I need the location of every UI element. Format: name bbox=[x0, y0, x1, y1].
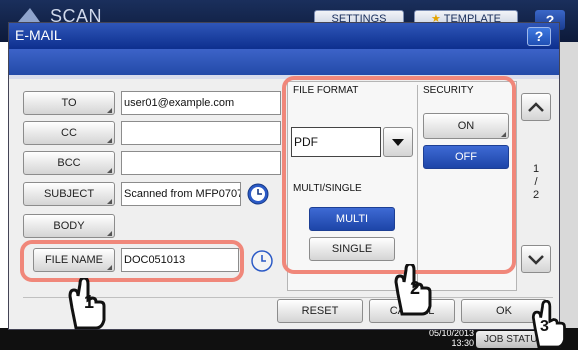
background-side-panel bbox=[560, 42, 578, 342]
subject-button[interactable]: SUBJECT bbox=[23, 182, 115, 206]
to-button[interactable]: TO bbox=[23, 91, 115, 115]
subject-field[interactable]: Scanned from MFP0707 bbox=[121, 182, 241, 206]
page-up-button[interactable] bbox=[521, 93, 551, 121]
chevron-up-icon bbox=[528, 102, 544, 112]
page-indicator: 1 / 2 bbox=[521, 163, 551, 202]
bcc-button[interactable]: BCC bbox=[23, 151, 115, 175]
reset-button[interactable]: RESET bbox=[277, 299, 363, 323]
cc-button[interactable]: CC bbox=[23, 121, 115, 145]
body-label: BODY bbox=[53, 220, 85, 232]
callout-number-1: 1 bbox=[84, 292, 95, 312]
to-field[interactable]: user01@example.com bbox=[121, 91, 281, 115]
page-down-button[interactable] bbox=[521, 245, 551, 273]
dialog-help-button[interactable]: ? bbox=[527, 27, 551, 46]
clock-readout: 05/10/2013 13:30 bbox=[418, 328, 474, 348]
bcc-label: BCC bbox=[57, 157, 81, 169]
callout-frame-file-name bbox=[20, 240, 244, 282]
cc-label: CC bbox=[61, 127, 77, 139]
page-separator: / bbox=[534, 176, 538, 188]
chevron-down-icon bbox=[528, 255, 544, 265]
scan-logo-icon bbox=[18, 8, 40, 22]
bcc-field[interactable] bbox=[121, 151, 281, 175]
subject-history-clock-icon[interactable] bbox=[247, 183, 269, 205]
dialog-titlebar: E-MAIL ? bbox=[9, 23, 559, 49]
callout-number-3: 3 bbox=[540, 318, 549, 335]
cc-field[interactable] bbox=[121, 121, 281, 145]
subject-label: SUBJECT bbox=[43, 188, 95, 200]
callout-number-2: 2 bbox=[410, 278, 421, 298]
callout-frame-format bbox=[282, 76, 516, 274]
body-button[interactable]: BODY bbox=[23, 214, 115, 238]
time-text: 13:30 bbox=[451, 338, 474, 348]
file-name-history-clock-icon[interactable] bbox=[251, 250, 273, 272]
page-total: 2 bbox=[532, 189, 540, 201]
page-current: 1 bbox=[532, 163, 540, 175]
to-label: TO bbox=[61, 97, 77, 109]
dialog-band bbox=[9, 49, 559, 75]
dialog-title: E-MAIL bbox=[15, 27, 62, 43]
